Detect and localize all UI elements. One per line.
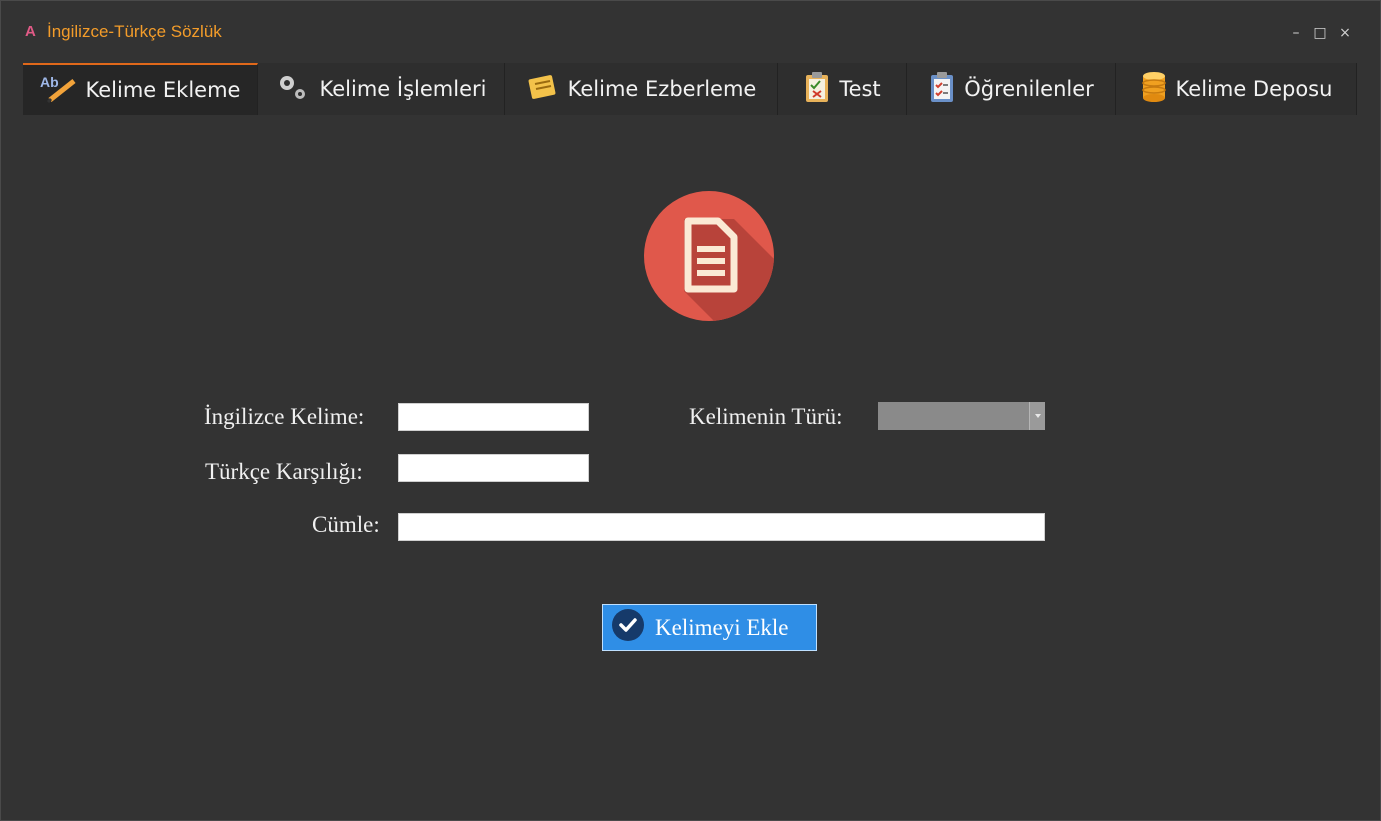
tab-bar: Ab Kelime Ekleme Kelime İşlemleri Kelime… — [23, 63, 1357, 115]
tab-kelime-ezberleme[interactable]: Kelime Ezberleme — [505, 63, 778, 115]
test-clipboard-icon — [803, 71, 831, 108]
word-type-label: Kelimenin Türü: — [689, 404, 843, 429]
tab-label: Kelime Ekleme — [85, 78, 241, 102]
sentence-input[interactable] — [398, 513, 1045, 541]
tab-kelime-ekleme[interactable]: Ab Kelime Ekleme — [23, 63, 258, 115]
add-word-button[interactable]: Kelimeyi Ekle — [602, 604, 817, 651]
tab-label: Test — [839, 77, 881, 101]
svg-text:Ab: Ab — [40, 74, 59, 90]
tab-kelime-islemleri[interactable]: Kelime İşlemleri — [258, 63, 505, 115]
word-type-select[interactable] — [878, 402, 1045, 430]
checklist-icon — [928, 71, 956, 108]
add-word-button-label: Kelimeyi Ekle — [655, 614, 789, 640]
gears-icon — [276, 72, 312, 107]
tab-label: Kelime Deposu — [1175, 77, 1333, 101]
tab-label: Kelime İşlemleri — [319, 77, 487, 101]
maximize-button[interactable]: □ — [1312, 25, 1328, 41]
title-bar[interactable]: A İngilizce-Türkçe Sözlük – □ × — [1, 1, 1380, 61]
chevron-down-icon[interactable] — [1029, 402, 1045, 430]
database-icon — [1140, 71, 1168, 108]
tab-kelime-deposu[interactable]: Kelime Deposu — [1116, 63, 1357, 115]
tab-label: Kelime Ezberleme — [567, 77, 757, 101]
window-title: İngilizce-Türkçe Sözlük — [47, 22, 222, 41]
tab-content-kelime-ekleme: İngilizce Kelime: Kelimenin Türü: Türkçe… — [23, 115, 1357, 795]
tab-test[interactable]: Test — [778, 63, 907, 115]
turkish-meaning-label: Türkçe Karşılığı: — [205, 459, 363, 484]
close-button[interactable]: × — [1337, 25, 1353, 41]
minimize-button[interactable]: – — [1288, 25, 1304, 41]
sentence-label: Cümle: — [312, 512, 380, 537]
turkish-meaning-input[interactable] — [398, 454, 589, 482]
check-circle-icon — [611, 608, 645, 648]
app-logo-icon: A — [25, 23, 36, 40]
english-word-input[interactable] — [398, 403, 589, 431]
app-window: A İngilizce-Türkçe Sözlük – □ × Ab Kelim… — [0, 0, 1381, 821]
notes-icon — [526, 72, 560, 107]
english-word-label: İngilizce Kelime: — [204, 404, 365, 429]
ab-pencil-icon: Ab — [40, 73, 78, 108]
document-logo-icon — [644, 191, 774, 325]
tab-ogrenilenler[interactable]: Öğrenilenler — [907, 63, 1116, 115]
tab-label: Öğrenilenler — [964, 77, 1094, 101]
